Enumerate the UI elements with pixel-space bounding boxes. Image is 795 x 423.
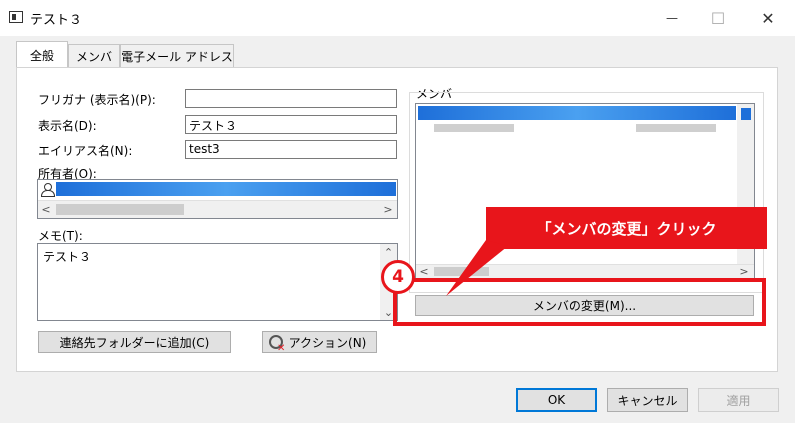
display-name-field[interactable]: テスト３ — [185, 115, 397, 134]
memo-textarea[interactable]: テスト３ ⌃ ⌄ — [37, 243, 398, 321]
step-number-badge: 4 — [381, 260, 415, 294]
window-title: テスト３ — [30, 13, 83, 28]
tab-members[interactable]: メンバ — [68, 44, 120, 68]
scroll-thumb[interactable] — [741, 108, 751, 120]
cancel-button[interactable]: キャンセル — [607, 388, 688, 412]
member-entry-detail — [636, 124, 716, 132]
scroll-thumb[interactable] — [56, 204, 184, 215]
memo-label: メモ(T): — [38, 229, 83, 243]
member-entry[interactable] — [434, 124, 514, 132]
chevron-up-icon[interactable]: ⌃ — [380, 244, 397, 260]
alias-field[interactable]: test3 — [185, 140, 397, 159]
chevron-left-icon[interactable]: < — [38, 201, 54, 218]
furigana-field[interactable] — [185, 89, 397, 108]
owner-entry[interactable] — [56, 182, 396, 196]
maximize-button[interactable]: ☐ — [698, 0, 738, 36]
callout-arrow — [446, 240, 508, 296]
callout-label: 「メンバの変更」クリック — [486, 207, 767, 249]
close-button[interactable]: ✕ — [748, 0, 788, 36]
action-icon: ✕ — [269, 335, 285, 354]
ok-button[interactable]: OK — [516, 388, 597, 412]
furigana-label: フリガナ (表示名)(P): — [38, 93, 156, 107]
display-name-label: 表示名(D): — [38, 119, 97, 133]
tab-email-addresses[interactable]: 電子メール アドレス — [120, 44, 234, 68]
owner-scrollbar[interactable]: < > — [38, 200, 397, 218]
member-entry[interactable] — [418, 106, 736, 120]
apply-button[interactable]: 適用 — [698, 388, 779, 412]
alias-label: エイリアス名(N): — [38, 144, 133, 158]
chevron-left-icon[interactable]: < — [418, 265, 430, 278]
memo-text: テスト３ — [43, 250, 92, 264]
add-to-contacts-button[interactable]: 連絡先フォルダーに追加(C) — [38, 331, 231, 353]
contact-card-icon — [9, 11, 23, 23]
action-button[interactable]: ✕ アクション(N) — [262, 331, 377, 354]
minimize-button[interactable]: — — [652, 0, 692, 36]
person-icon — [40, 182, 55, 197]
tab-general[interactable]: 全般 — [16, 41, 68, 69]
chevron-right-icon[interactable]: > — [380, 201, 396, 218]
owner-list[interactable]: < > — [37, 179, 398, 219]
chevron-right-icon[interactable]: > — [738, 265, 750, 278]
